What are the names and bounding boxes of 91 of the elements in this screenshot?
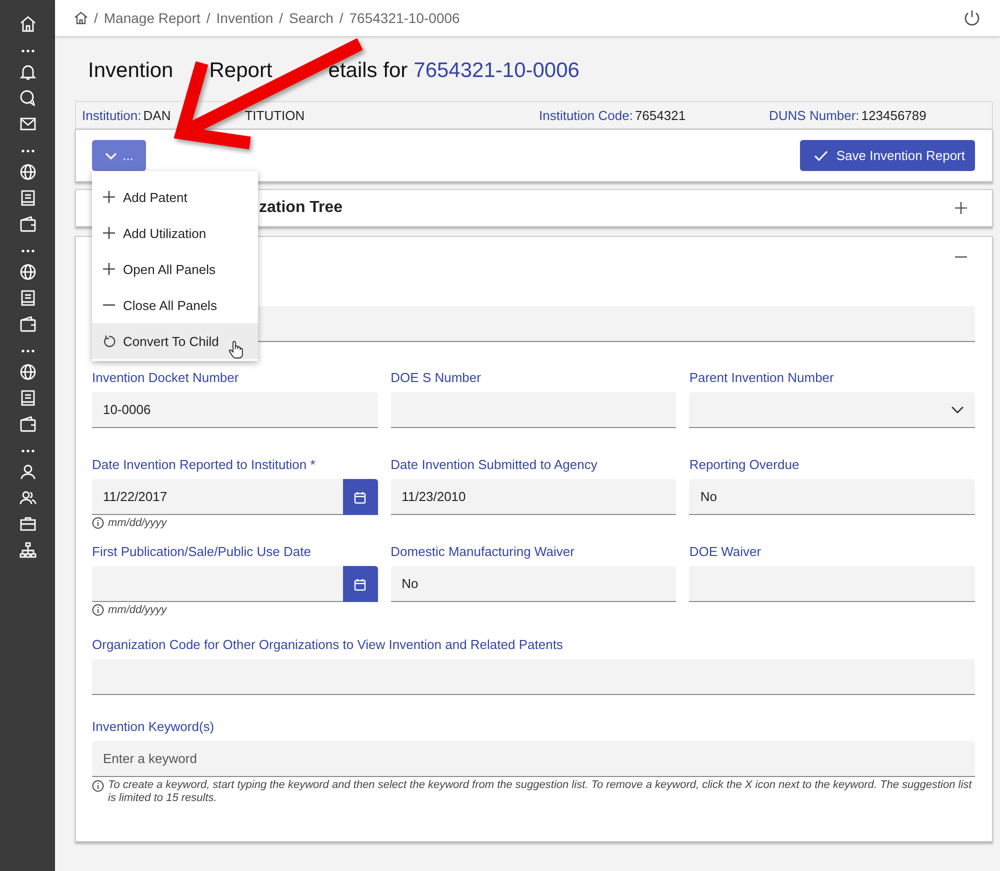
chat-icon[interactable] <box>18 89 36 107</box>
wallet-icon[interactable] <box>18 315 36 333</box>
more-icon[interactable] <box>20 349 34 353</box>
input-field[interactable]: 11/23/2010 <box>390 479 676 515</box>
chevron-down-icon <box>950 406 964 414</box>
save-button[interactable]: Save Invention Report <box>800 140 975 171</box>
briefcase-icon[interactable] <box>18 515 36 533</box>
globe-icon[interactable] <box>18 363 36 381</box>
breadcrumb-separator: / <box>206 10 210 26</box>
power-icon[interactable] <box>963 9 981 27</box>
wallet-icon[interactable] <box>18 415 36 433</box>
menu-item[interactable]: Open All Panels <box>92 251 258 287</box>
panel-title: zation Tree <box>259 199 343 217</box>
breadcrumb-link[interactable]: Manage Report <box>104 10 200 26</box>
field-label: First Publication/Sale/Public Use Date <box>92 544 312 559</box>
info-value: 123456789 <box>861 108 926 122</box>
hint-text: To create a keyword, start typing the keyword and then select the keyword from the suggestion list. To remove a keyword, click the X icon next to the keyword. The suggestion list is limited to 15 results. <box>108 779 973 805</box>
field-label: Date Invention Reported to Institution * <box>92 457 316 472</box>
field-label: Reporting Overdue <box>689 457 800 472</box>
field-label: Parent Invention Number <box>689 370 835 385</box>
field-label: Organization Code for Other Organizations to View Invention and Related Patents <box>92 637 564 652</box>
date-field[interactable]: 11/22/2017 <box>92 479 343 515</box>
bell-icon[interactable] <box>18 63 36 81</box>
book-icon[interactable] <box>18 189 36 207</box>
breadcrumb-separator: / <box>279 10 284 26</box>
breadcrumb-link[interactable]: Invention <box>216 10 274 26</box>
info-value: TITUTION <box>244 108 305 122</box>
field-label: DOE Waiver <box>689 544 762 559</box>
breadcrumb-separator: / <box>94 10 98 26</box>
menu-item[interactable]: Add Patent <box>92 179 258 215</box>
globe-icon[interactable] <box>18 163 36 181</box>
plus-icon <box>102 262 116 276</box>
field-label: DOE S Number <box>390 370 482 385</box>
input-field[interactable]: 10-0006 <box>92 392 378 428</box>
undo-icon <box>102 334 116 348</box>
checkmark-icon <box>814 150 828 162</box>
info-icon <box>92 604 104 616</box>
hint-text: mm/dd/yyyy <box>108 517 167 530</box>
breadcrumb-separator: / <box>339 10 344 26</box>
home-icon[interactable] <box>18 15 36 33</box>
home-icon[interactable] <box>74 11 88 25</box>
person-icon[interactable] <box>18 463 36 481</box>
more-icon[interactable] <box>20 49 34 53</box>
input-field[interactable] <box>689 566 975 602</box>
calendar-button[interactable] <box>342 566 378 602</box>
page-title: etails for <box>328 58 408 84</box>
info-value: DAN <box>143 108 171 122</box>
more-icon[interactable] <box>20 149 34 153</box>
calendar-icon <box>354 490 366 504</box>
page-title: Report <box>209 58 272 84</box>
actions-dropdown-button[interactable]: ... <box>92 140 146 171</box>
book-icon[interactable] <box>18 389 36 407</box>
hint-text: mm/dd/yyyy <box>108 604 167 617</box>
calendar-icon <box>354 578 366 590</box>
info-label: Institution: <box>82 108 142 122</box>
chevron-down-icon <box>104 152 117 160</box>
plus-icon <box>102 190 116 204</box>
input-field[interactable]: No <box>689 479 975 515</box>
menu-item[interactable]: Add Utilization <box>92 215 258 251</box>
select-field[interactable] <box>689 392 975 428</box>
input-field[interactable] <box>390 392 676 428</box>
org-chart-icon[interactable] <box>18 541 36 559</box>
field-label: Domestic Manufacturing Waiver <box>390 544 576 559</box>
info-icon <box>92 780 104 792</box>
info-label: Institution Code: <box>539 108 633 122</box>
breadcrumb-link[interactable]: Search <box>289 10 334 26</box>
field-label: Invention Docket Number <box>92 370 240 385</box>
field-label: Date Invention Submitted to Agency <box>390 457 598 472</box>
mail-icon[interactable] <box>18 115 36 133</box>
calendar-button[interactable] <box>342 479 378 515</box>
report-id: 7654321-10-0006 <box>414 58 580 84</box>
page-title: Invention <box>88 58 174 84</box>
book-icon[interactable] <box>18 289 36 307</box>
expand-icon[interactable] <box>954 201 968 215</box>
field-label: Invention Keyword(s) <box>92 719 216 734</box>
wallet-icon[interactable] <box>18 215 36 233</box>
more-icon[interactable] <box>20 449 34 453</box>
menu-item[interactable]: Close All Panels <box>92 287 258 323</box>
people-icon[interactable] <box>18 489 36 507</box>
plus-icon <box>102 226 116 240</box>
menu-item[interactable]: Convert To Child <box>92 323 258 359</box>
input-field[interactable] <box>92 659 975 695</box>
more-icon[interactable] <box>20 249 34 253</box>
date-field[interactable] <box>92 566 343 602</box>
info-value: 7654321 <box>634 108 686 122</box>
breadcrumb-link[interactable]: 7654321-10-0006 <box>349 10 460 26</box>
input-field[interactable]: No <box>390 566 676 602</box>
info-label: DUNS Number: <box>769 108 860 122</box>
info-icon <box>92 517 104 529</box>
globe-icon[interactable] <box>18 263 36 281</box>
keyword-field[interactable]: Enter a keyword <box>92 741 975 777</box>
